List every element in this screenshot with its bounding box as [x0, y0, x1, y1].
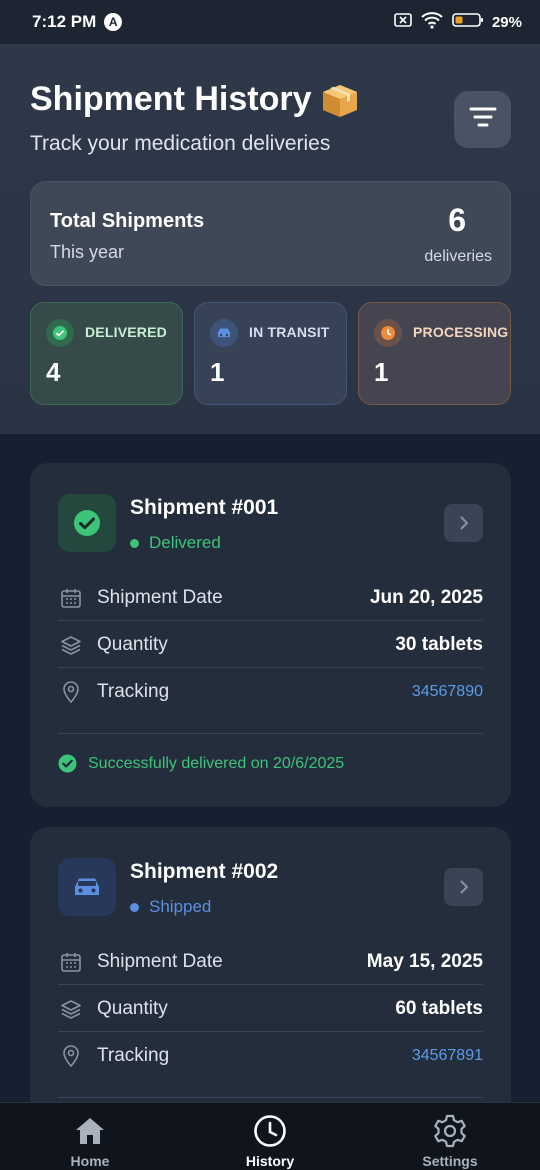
detail-label: Quantity [97, 997, 168, 1019]
filter-button[interactable] [454, 91, 511, 148]
detail-value: 30 tablets [395, 633, 483, 655]
detail-row-quantity: Quantity 60 tablets [58, 985, 483, 1032]
detail-label: Shipment Date [97, 586, 223, 608]
check-circle-icon [46, 319, 74, 347]
detail-value: 60 tablets [395, 997, 483, 1019]
battery-percent: 29% [491, 13, 522, 31]
shipment-status-icon [58, 858, 116, 916]
shipment-title: Shipment #002 [130, 860, 279, 883]
shipment-card[interactable]: Shipment #001 Delivered Shipment Date Ju… [30, 463, 511, 807]
clock-icon [374, 319, 402, 347]
chevron-right-icon [459, 880, 468, 894]
detail-row-tracking: Tracking 34567891 [58, 1032, 483, 1079]
page-subtitle: Track your medication deliveries [30, 132, 331, 155]
stat-processing[interactable]: PROCESSING 1 [358, 302, 511, 405]
total-shipments-label: Total Shipments [50, 210, 205, 232]
shipment-status-icon [58, 494, 116, 552]
calendar-icon [58, 949, 84, 975]
status-time: 7:12 PM [32, 12, 97, 31]
nav-home[interactable]: Home [30, 1103, 150, 1170]
chevron-right-icon [459, 516, 468, 530]
tracking-link[interactable]: 34567891 [412, 1047, 483, 1065]
car-icon [210, 319, 238, 347]
shipment-status-text: Shipped [149, 897, 212, 916]
location-pin-icon [58, 1043, 84, 1069]
shipment-status-text: Delivered [149, 533, 221, 552]
package-box-icon [321, 83, 359, 117]
calendar-icon [58, 585, 84, 611]
divider [58, 733, 483, 734]
status-dot [130, 538, 139, 548]
nav-home-label: Home [70, 1153, 110, 1169]
wifi-icon [420, 11, 444, 33]
detail-label: Quantity [97, 633, 168, 655]
header-section: Shipment History Track your medication d… [0, 44, 540, 434]
nav-settings[interactable]: Settings [390, 1103, 510, 1170]
status-dot [130, 902, 139, 912]
detail-value: Jun 20, 2025 [369, 586, 483, 608]
total-shipments-card: Total Shipments This year 6 deliveries [30, 181, 511, 286]
delivery-confirmation: Successfully delivered on 20/6/2025 [58, 754, 344, 773]
detail-label: Tracking [97, 1044, 170, 1066]
stat-delivered[interactable]: DELIVERED 4 [30, 302, 183, 405]
shipment-title: Shipment #001 [130, 496, 279, 519]
location-pin-icon [58, 679, 84, 705]
stat-processing-value: 1 [374, 357, 389, 387]
home-icon [74, 1113, 106, 1149]
tracking-link[interactable]: 34567890 [412, 683, 483, 701]
delivery-confirmation-text: Successfully delivered on 20/6/2025 [88, 754, 345, 772]
car-icon [75, 878, 99, 895]
detail-label: Shipment Date [97, 950, 223, 972]
stat-in-transit-label: IN TRANSIT [249, 324, 330, 340]
stat-processing-label: PROCESSING [413, 324, 509, 340]
stat-in-transit[interactable]: IN TRANSIT 1 [194, 302, 347, 405]
divider [58, 1097, 483, 1098]
layers-icon [58, 632, 84, 658]
stat-delivered-label: DELIVERED [85, 324, 167, 340]
app-notification-icon: A [104, 13, 123, 31]
shipment-status: Shipped [130, 897, 211, 917]
detail-value: May 15, 2025 [366, 950, 483, 972]
gear-icon [432, 1113, 468, 1149]
total-shipments-count: 6 [448, 202, 466, 238]
page-title-text: Shipment History [30, 80, 312, 118]
check-circle-icon [74, 510, 100, 536]
check-circle-icon [58, 754, 77, 773]
detail-row-date: Shipment Date Jun 20, 2025 [58, 574, 483, 621]
detail-row-quantity: Quantity 30 tablets [58, 621, 483, 668]
clock-icon [253, 1113, 287, 1149]
shipment-card[interactable]: Shipment #002 Shipped Shipment Date May … [30, 827, 511, 1127]
shipment-status: Delivered [130, 533, 221, 553]
detail-row-date: Shipment Date May 15, 2025 [58, 938, 483, 985]
detail-row-tracking: Tracking 34567890 [58, 668, 483, 715]
total-shipments-unit: deliveries [424, 248, 492, 265]
open-details-button[interactable] [444, 504, 483, 542]
filter-icon [469, 106, 497, 133]
stat-delivered-value: 4 [46, 357, 61, 387]
status-bar: 7:12 PM A 29% [0, 0, 540, 44]
detail-label: Tracking [97, 680, 170, 702]
total-shipments-period: This year [50, 242, 125, 262]
bottom-navigation: Home History Settings [0, 1102, 540, 1170]
nav-history-label: History [245, 1153, 295, 1169]
sim-off-icon [394, 12, 412, 32]
nav-settings-label: Settings [422, 1153, 478, 1169]
page-title: Shipment History [30, 80, 359, 119]
nav-history[interactable]: History [210, 1103, 330, 1170]
open-details-button[interactable] [444, 868, 483, 906]
layers-icon [58, 996, 84, 1022]
battery-icon [452, 12, 484, 32]
stat-in-transit-value: 1 [210, 357, 225, 387]
